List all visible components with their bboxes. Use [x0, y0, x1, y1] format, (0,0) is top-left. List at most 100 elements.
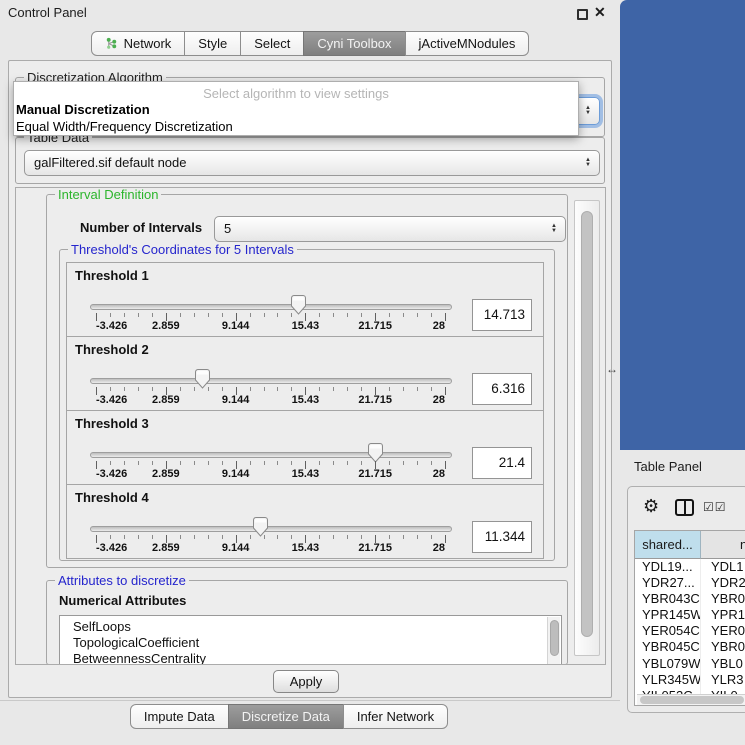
divider — [0, 700, 620, 701]
control-panel: Control Panel ✕ NetworkStyleSelectCyni T… — [0, 0, 620, 745]
tick-mark — [264, 535, 265, 539]
tick-mark — [208, 387, 209, 391]
table-row[interactable]: YDL19...YDL1 — [635, 559, 745, 575]
cell-shared-name: YDL19... — [635, 559, 701, 575]
attribute-item[interactable]: BetweennessCentrality — [60, 651, 561, 665]
slider-track[interactable] — [90, 452, 452, 458]
column-header-name[interactable]: n — [701, 531, 745, 559]
scrollbar-thumb[interactable] — [550, 620, 559, 656]
tick-mark — [361, 461, 362, 465]
tab-label: Select — [254, 36, 290, 51]
attribute-item[interactable]: SelfLoops — [60, 616, 561, 635]
numerical-attributes-list[interactable]: SelfLoopsTopologicalCoefficientBetweenne… — [59, 615, 562, 665]
tick-mark — [180, 313, 181, 317]
float-window-icon[interactable] — [577, 9, 588, 20]
tick-mark — [222, 387, 223, 391]
attribute-table: shared... n YDL19...YDL1YDR27...YDR2YBR0… — [634, 530, 745, 706]
scrollbar-thumb[interactable] — [581, 211, 593, 637]
tick-mark — [138, 313, 139, 317]
tick-mark — [291, 313, 292, 317]
tick-mark — [319, 313, 320, 317]
tab-infer-network[interactable]: Infer Network — [343, 704, 448, 729]
cell-name: YDL1 — [701, 559, 744, 575]
number-of-intervals-select[interactable]: 5 ▲▼ — [214, 216, 566, 242]
tab-jactivemnodules[interactable]: jActiveMNodules — [405, 31, 530, 56]
attribute-item[interactable]: TopologicalCoefficient — [60, 635, 561, 651]
slider-track[interactable] — [90, 526, 452, 532]
select-attributes-icon[interactable]: ☑☑ — [703, 500, 727, 514]
dropdown-option-equal-width-frequency[interactable]: Equal Width/Frequency Discretization — [14, 119, 578, 135]
tick-label: 21.715 — [358, 320, 392, 332]
scrollbar-thumb[interactable] — [640, 696, 744, 704]
panel-vertical-scrollbar[interactable] — [574, 200, 600, 656]
close-panel-icon[interactable]: ✕ — [594, 4, 606, 21]
table-row[interactable]: YBR045CYBR0 — [635, 639, 745, 655]
cyni-toolbox-panel: Discretization Algorithm ▲▼ Select algor… — [8, 60, 612, 698]
gear-icon[interactable]: ⚙ — [643, 496, 659, 517]
tick-mark — [124, 387, 125, 391]
column-header-shared-name[interactable]: shared... — [635, 531, 701, 559]
tab-discretize-data[interactable]: Discretize Data — [228, 704, 344, 729]
dropdown-option-manual-discretization[interactable]: Manual Discretization — [14, 102, 578, 118]
tick-mark — [431, 387, 432, 391]
table-row[interactable]: YLR345WYLR3 — [635, 672, 745, 688]
tick-mark — [194, 313, 195, 317]
tab-impute-data[interactable]: Impute Data — [130, 704, 229, 729]
tick-label: 2.859 — [152, 542, 180, 554]
combo-arrows-icon: ▲▼ — [585, 98, 591, 124]
cell-name: YLR3 — [701, 672, 744, 688]
tick-mark — [277, 387, 278, 391]
number-of-intervals-value: 5 — [224, 217, 231, 241]
tick-mark — [208, 535, 209, 539]
interval-group-title: Interval Definition — [55, 187, 161, 203]
table-header-row: shared... n — [635, 531, 745, 559]
columns-icon[interactable] — [675, 499, 694, 516]
tick-label: 2.859 — [152, 320, 180, 332]
tick-label: 28 — [433, 320, 445, 332]
tab-cyni-toolbox[interactable]: Cyni Toolbox — [303, 31, 405, 56]
tab-select[interactable]: Select — [240, 31, 304, 56]
table-row[interactable]: YBR043CYBR0 — [635, 591, 745, 607]
table-row[interactable]: YER054CYER0 — [635, 623, 745, 639]
tick-mark — [417, 535, 418, 539]
tick-mark — [333, 313, 334, 317]
tick-label: 21.715 — [358, 542, 392, 554]
tick-mark — [110, 387, 111, 391]
attributes-scrollbar[interactable] — [547, 617, 560, 665]
table-data-select[interactable]: galFiltered.sif default node ▲▼ — [24, 150, 600, 176]
tick-mark — [208, 461, 209, 465]
tick-mark — [445, 313, 446, 321]
tick-label: -3.426 — [96, 320, 127, 332]
threshold-value-field[interactable]: 14.713 — [472, 299, 532, 331]
table-panel: ⚙ ☑☑ shared... n YDL19...YDL1YDR27...YDR… — [627, 486, 745, 713]
threshold-value-field[interactable]: 21.4 — [472, 447, 532, 479]
tick-label: 15.43 — [292, 320, 320, 332]
numerical-attributes-label: Numerical Attributes — [59, 593, 186, 608]
tick-mark — [180, 461, 181, 465]
table-row[interactable]: YDR27...YDR2 — [635, 575, 745, 591]
tick-mark — [291, 461, 292, 465]
table-body: YDL19...YDL1YDR27...YDR2YBR043CYBR0YPR14… — [635, 559, 745, 704]
tick-mark — [194, 535, 195, 539]
tick-mark — [250, 313, 251, 317]
threshold-value-field[interactable]: 11.344 — [472, 521, 532, 553]
apply-button[interactable]: Apply — [273, 670, 339, 693]
slider-track[interactable] — [90, 378, 452, 384]
threshold-2-box: Threshold 26.316-3.4262.8599.14415.4321.… — [66, 336, 544, 411]
threshold-value-field[interactable]: 6.316 — [472, 373, 532, 405]
slider-track[interactable] — [90, 304, 452, 310]
tick-mark — [180, 387, 181, 391]
cell-shared-name: YDR27... — [635, 575, 701, 591]
tick-mark — [403, 387, 404, 391]
tick-mark — [180, 535, 181, 539]
table-horizontal-scrollbar[interactable] — [637, 694, 745, 705]
network-icon — [105, 37, 119, 51]
tab-network[interactable]: Network — [91, 31, 186, 56]
tick-mark — [222, 535, 223, 539]
tab-label: jActiveMNodules — [419, 36, 516, 51]
tick-label: 2.859 — [152, 468, 180, 480]
table-row[interactable]: YBL079WYBL0 — [635, 656, 745, 672]
tick-label: 9.144 — [222, 394, 250, 406]
table-row[interactable]: YPR145WYPR1 — [635, 607, 745, 623]
tab-style[interactable]: Style — [184, 31, 241, 56]
